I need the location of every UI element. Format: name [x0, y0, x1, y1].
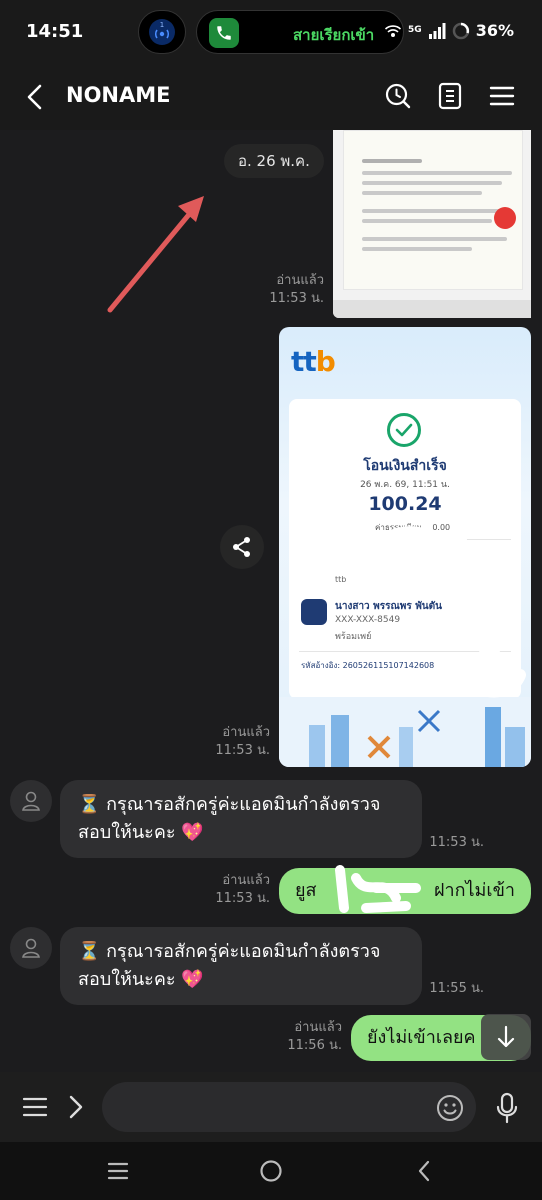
incoming-message-bubble[interactable]: ⏳ กรุณารอสักครู่ค่ะแอดมินกำลังตรวจสอบให้…: [60, 780, 422, 858]
user-icon: [22, 938, 40, 958]
status-indicators: 5G 36%: [384, 21, 514, 40]
share-button[interactable]: [220, 525, 264, 569]
reference-code: รหัสอ้างอิง: 26052611510714260​8: [301, 661, 435, 670]
read-receipt: อ่านแล้ว: [222, 725, 270, 740]
notification-count: 1: [160, 21, 164, 29]
microphone-icon: [496, 1092, 518, 1124]
city-skyline-illustration: [279, 697, 531, 767]
gift-icon: [494, 207, 516, 229]
incoming-call-pill[interactable]: สายเรียกเข้า: [196, 10, 404, 54]
share-icon: [233, 537, 250, 557]
ttb-logo: ttb: [291, 345, 336, 378]
annotation-arrow-icon: [107, 196, 204, 313]
recipient-account: XXX-XXX-8549: [335, 615, 401, 625]
system-nav-bar: [0, 1142, 542, 1200]
message-text: ยูส: [295, 880, 317, 901]
transfer-amount: 100.24: [368, 493, 442, 515]
clock-search-icon: [385, 83, 411, 109]
back-nav-button[interactable]: [404, 1154, 444, 1188]
check-icon: [387, 413, 421, 447]
transfer-datetime: 26 พ.ค. 69, 11:51 น.: [360, 480, 450, 490]
image-message-screenshot[interactable]: [333, 130, 531, 318]
incoming-message-bubble[interactable]: ⏳ กรุณารอสักครู่ค่ะแอดมินกำลังตรวจสอบให้…: [60, 927, 422, 1005]
transfer-title: โอนเงินสำเร็จ: [363, 458, 447, 474]
avatar[interactable]: [10, 927, 52, 969]
expand-button[interactable]: [64, 1090, 88, 1124]
chevron-left-icon: [418, 1160, 430, 1182]
chat-messages[interactable]: อ. 26 พ.ค. อ่านแล้ว 11:53 น. ttb โอนเงิน…: [0, 130, 542, 1072]
phone-icon: [209, 18, 239, 48]
message-meta-1: อ่านแล้ว 11:53 น.: [260, 272, 324, 308]
hotspot-notification-pill[interactable]: 1: [138, 10, 186, 54]
menu-button[interactable]: [484, 78, 520, 114]
avatar[interactable]: [10, 780, 52, 822]
read-receipt: อ่านแล้ว: [222, 873, 270, 888]
home-button[interactable]: [251, 1154, 291, 1188]
screenshot-navbar: [333, 300, 531, 318]
home-circle-icon: [260, 1160, 282, 1182]
hamburger-icon: [489, 86, 515, 106]
hamburger-icon: [22, 1097, 48, 1117]
voice-button[interactable]: [490, 1089, 524, 1127]
back-button[interactable]: [18, 80, 52, 114]
redaction-scribble: [293, 526, 467, 568]
attachment-menu-button[interactable]: [20, 1090, 50, 1124]
message-input[interactable]: [102, 1082, 476, 1132]
message-meta-4: อ่านแล้ว 11:56 น.: [278, 1019, 342, 1055]
search-history-button[interactable]: [380, 78, 416, 114]
arrow-down-icon: [497, 1025, 515, 1048]
hotspot-signal-icon: [385, 24, 402, 37]
screenshot-content: [343, 130, 523, 290]
message-input-bar: [0, 1072, 542, 1142]
message-time: 11:56 น.: [287, 1038, 342, 1053]
battery-ring-icon: [452, 22, 469, 39]
redaction-scribble-2: [454, 629, 526, 698]
emoji-button[interactable]: [434, 1092, 466, 1124]
message-time: 11:53 น.: [215, 891, 270, 906]
chevron-left-icon: [27, 84, 42, 110]
scroll-to-bottom-button[interactable]: [481, 1014, 531, 1060]
status-time: 14:51: [26, 21, 84, 42]
note-icon: [438, 82, 462, 110]
recipient-method: พร้อมเพย์: [335, 632, 372, 642]
message-text-end: ฝากไม่เข้า: [433, 880, 515, 901]
chevron-right-icon: [69, 1095, 83, 1119]
read-receipt: อ่านแล้ว: [276, 273, 324, 288]
read-receipt: อ่านแล้ว: [294, 1020, 342, 1035]
message-meta-3: อ่านแล้ว 11:53 น.: [206, 872, 270, 908]
call-status-text: สายเรียกเข้า: [293, 26, 375, 44]
message-time: 11:53 น.: [269, 291, 324, 306]
recipient-name: นางสาว พรรณพร พันตัน: [335, 601, 442, 612]
message-meta-2: อ่านแล้ว 11:53 น.: [206, 724, 270, 760]
recents-icon: [107, 1162, 129, 1180]
battery-percent: 36%: [475, 21, 514, 40]
date-separator: อ. 26 พ.ค.: [224, 144, 324, 178]
recent-apps-button[interactable]: [98, 1154, 138, 1188]
emoji-icon: [437, 1095, 463, 1121]
recipient-bank-icon: [301, 599, 327, 625]
chat-title[interactable]: NONAME: [66, 83, 171, 107]
chat-header: NONAME: [0, 64, 542, 130]
redaction-scribble-3: [335, 865, 421, 913]
network-type: 5G: [408, 25, 422, 35]
message-time: 11:55 น.: [429, 981, 484, 996]
notes-button[interactable]: [432, 78, 468, 114]
message-time: 11:53 น.: [429, 835, 484, 850]
hotspot-icon: 1: [149, 19, 175, 45]
signal-bars-icon: [428, 22, 446, 39]
user-icon: [22, 791, 40, 811]
status-bar: 14:51 1 สายเรียกเข้า 5G 36%: [0, 0, 542, 64]
message-time: 11:53 น.: [215, 743, 270, 758]
